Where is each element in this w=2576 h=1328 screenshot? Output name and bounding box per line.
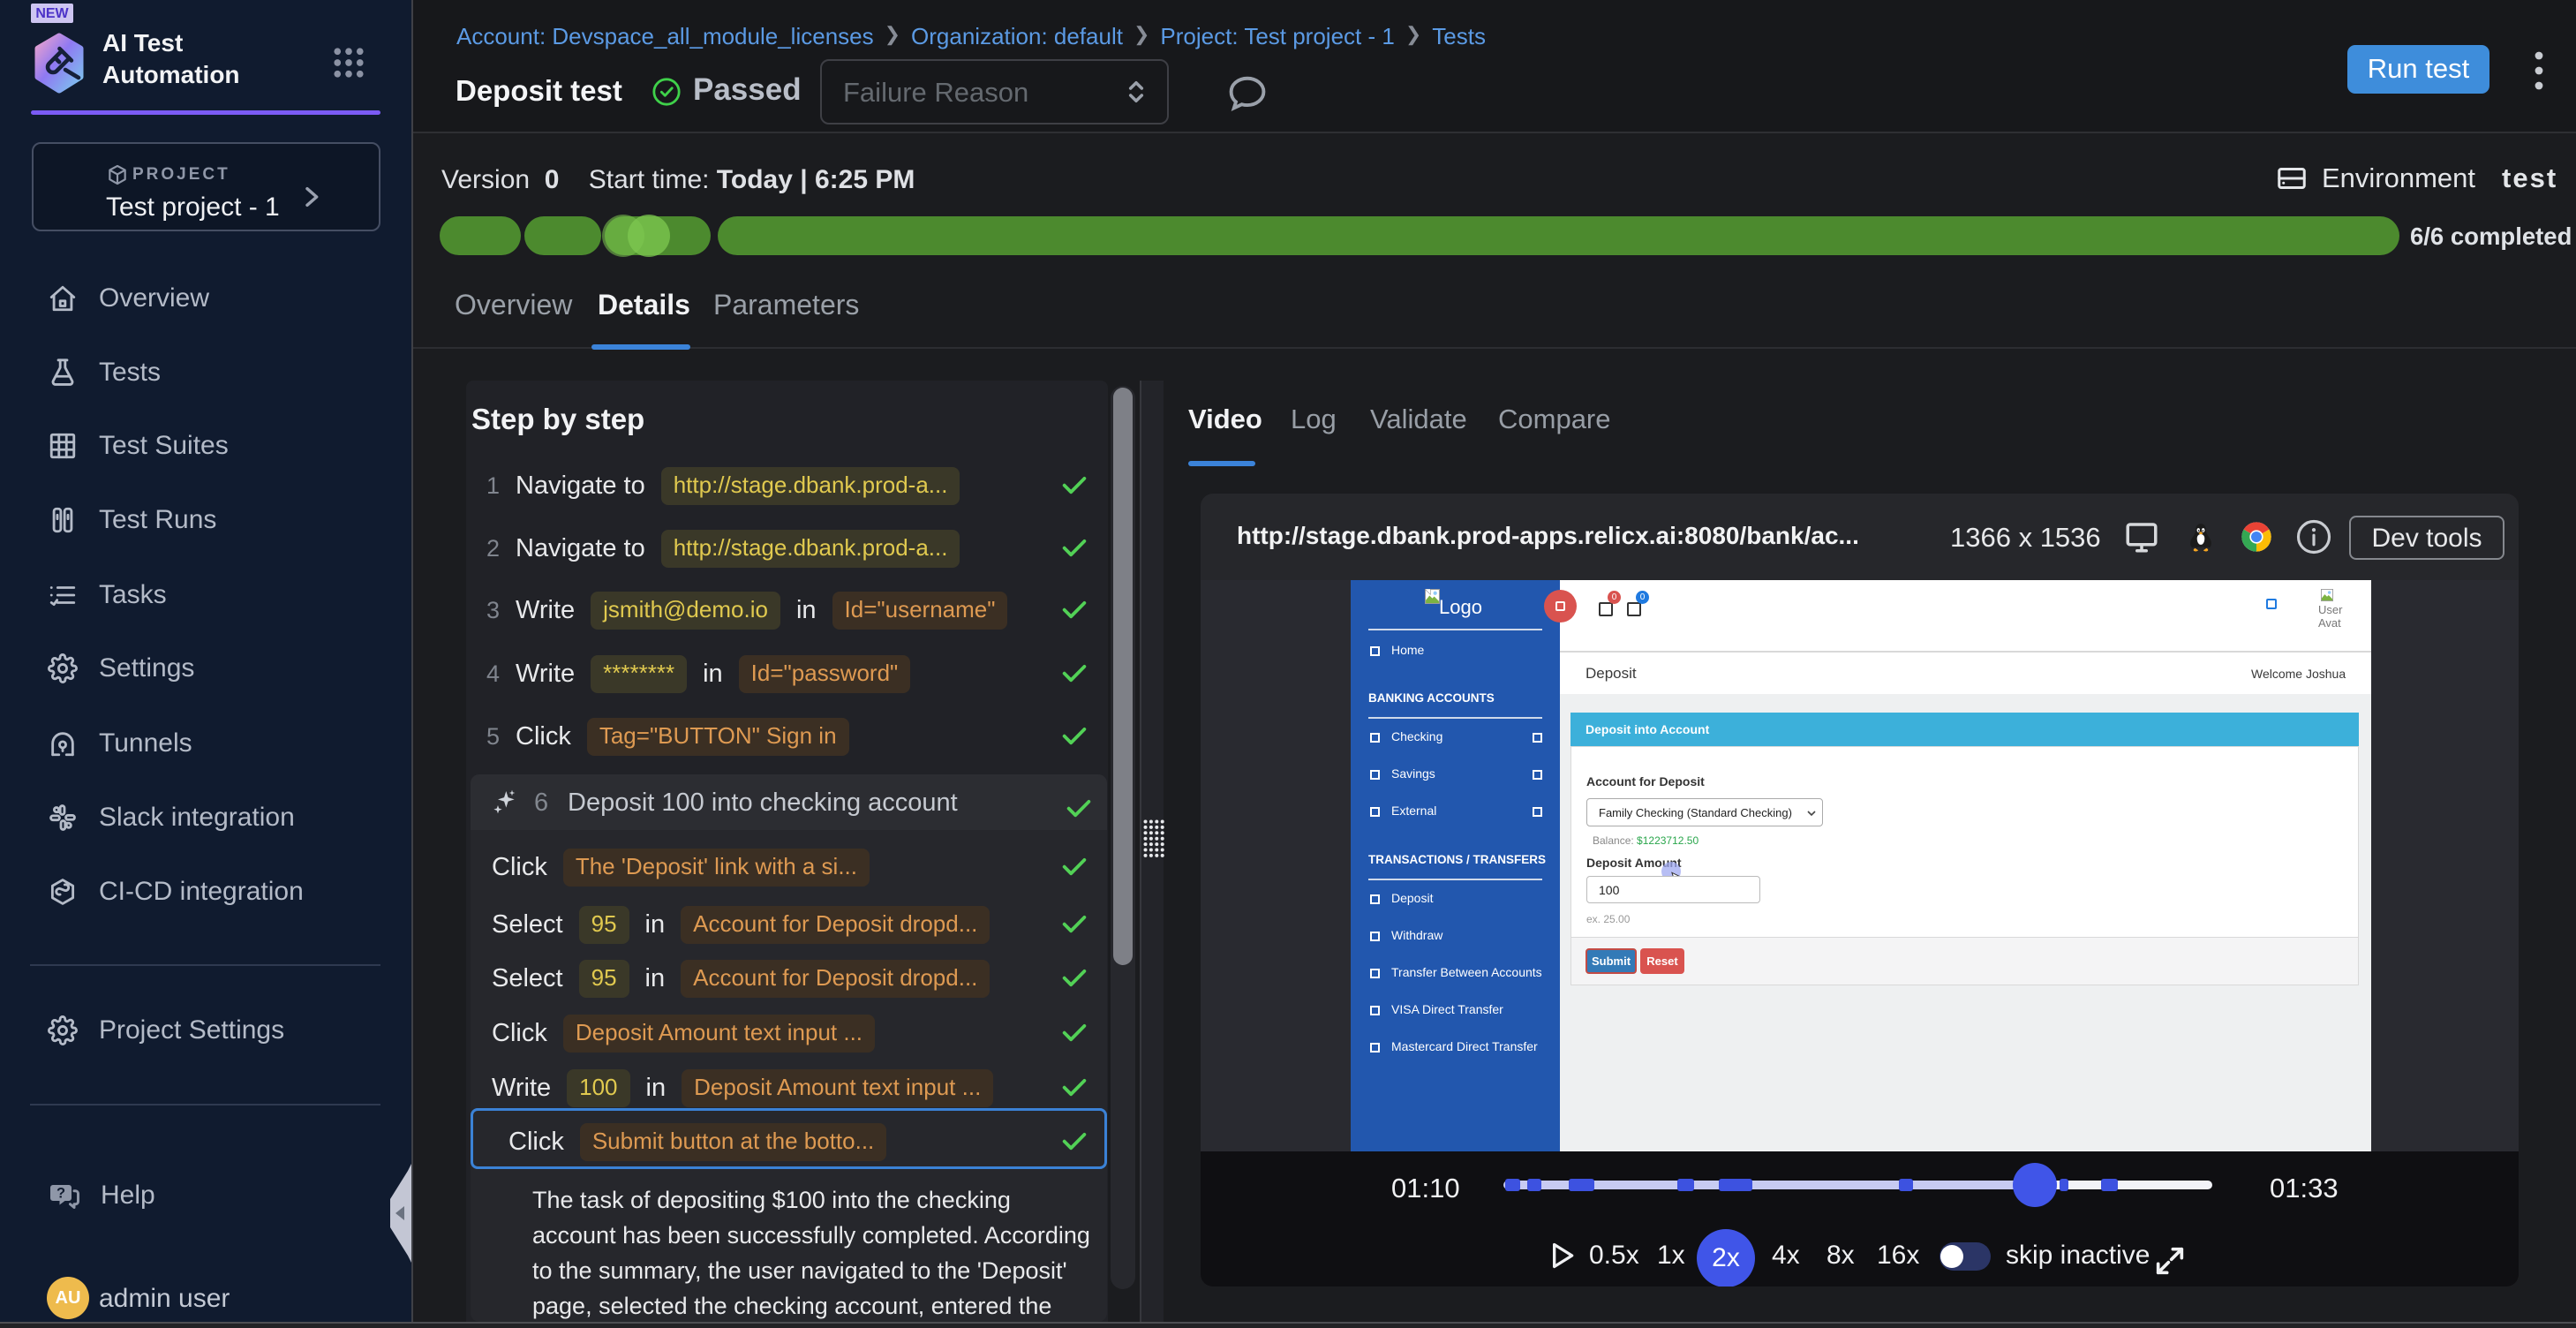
svg-text:?: ? (56, 1185, 65, 1201)
